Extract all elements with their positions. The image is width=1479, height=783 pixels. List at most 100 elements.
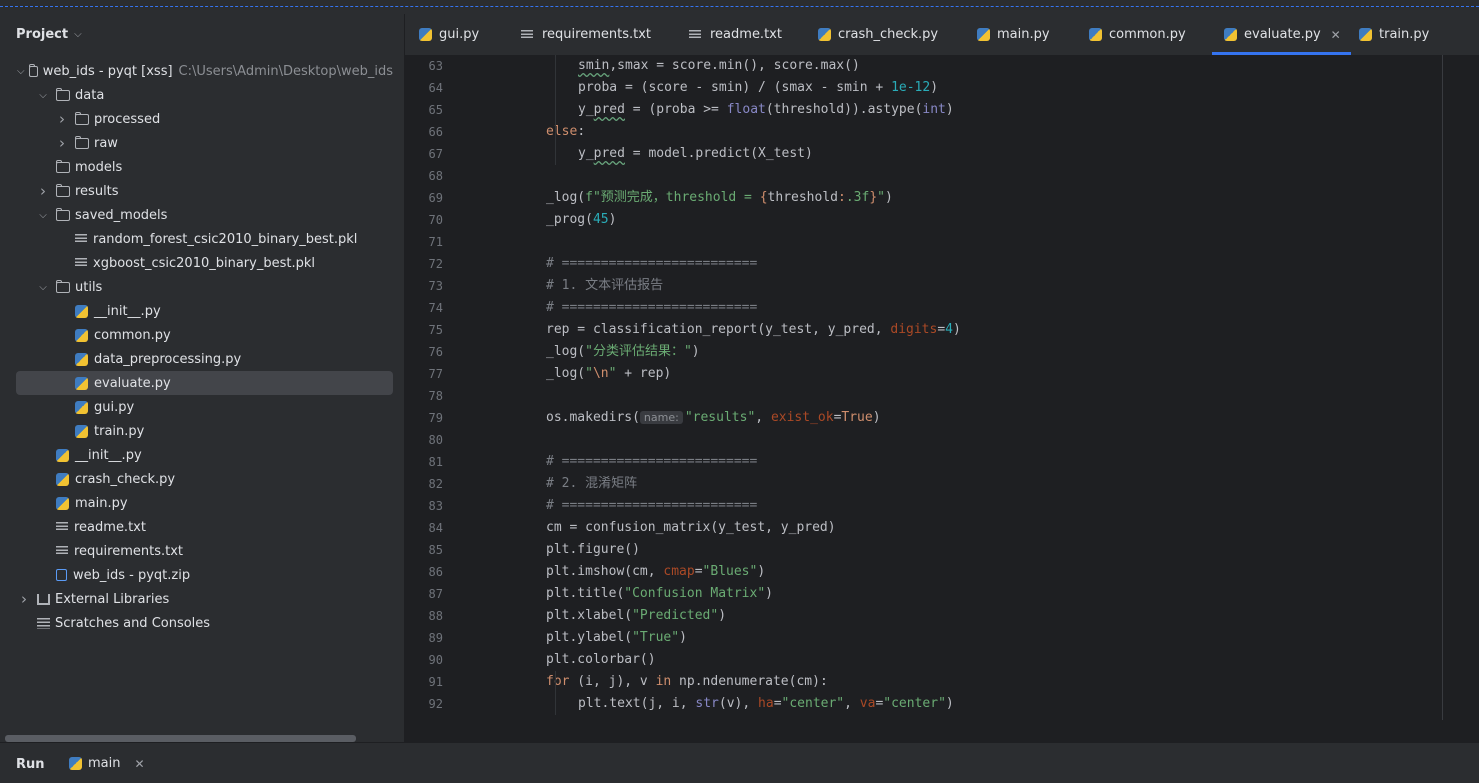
line-number: 63 [428, 59, 443, 73]
top-strip [0, 0, 1479, 14]
line-number: 76 [428, 345, 443, 359]
library-icon [37, 593, 50, 605]
tree-item[interactable]: ⌵ saved_models [16, 203, 393, 227]
tab-requirements-txt[interactable]: requirements.txt [521, 14, 651, 55]
code-token: in [655, 674, 672, 689]
tab-crash-check-py[interactable]: crash_check.py [818, 14, 938, 55]
tree-item[interactable]: ⌵ web_ids - pyqt [xss] C:\Users\Admin\Desk… [16, 59, 393, 83]
code-token: ) [691, 344, 700, 359]
line-number: 71 [428, 235, 443, 249]
tab-common-py[interactable]: common.py [1089, 14, 1186, 55]
chevron-down-icon[interactable]: ⌵ [74, 29, 82, 40]
tree-item[interactable]: › results [16, 179, 393, 203]
python-file-icon [69, 757, 82, 770]
editor-tabs: gui.py requirements.txt readme.txt crash_ch… [405, 14, 1479, 56]
python-file-icon [419, 28, 432, 41]
tree-item[interactable]: › External Libraries [16, 587, 393, 611]
tree-item[interactable]: ⌵ data [16, 83, 393, 107]
code-token: _log( [546, 344, 586, 359]
code-token: plt.title( [546, 586, 625, 601]
code-line: # ========================= [546, 451, 757, 473]
code-line: # 1. 文本评估报告 [546, 275, 663, 297]
tree-item-label: readme.txt [74, 519, 146, 535]
tab-readme-txt[interactable]: readme.txt [689, 14, 782, 55]
editor-horizontal-scrollbar[interactable] [405, 720, 1479, 742]
code-area[interactable]: smin,smax = score.min(), score.max() prob… [480, 55, 1443, 720]
run-tab-main[interactable]: main ✕ [69, 756, 145, 771]
tree-item[interactable]: xgboost_csic2010_binary_best.pkl [16, 251, 393, 275]
tree-item[interactable]: gui.py [16, 395, 393, 419]
code-token: "center" [883, 696, 946, 711]
tree-item[interactable]: main.py [16, 491, 393, 515]
line-number: 66 [428, 125, 443, 139]
code-token: ) [872, 410, 881, 425]
code-token: smax = score.min(), score.max() [617, 58, 860, 73]
code-token: proba = (score - smin) / (smax - smin + [578, 80, 892, 95]
close-icon[interactable]: ✕ [134, 757, 144, 771]
tree-item[interactable]: crash_check.py [16, 467, 393, 491]
python-file-icon [1224, 28, 1237, 41]
folder-icon [56, 183, 70, 197]
code-token: plt.xlabel( [546, 608, 633, 623]
tree-item[interactable]: web_ids - pyqt.zip [16, 563, 393, 587]
chevron-right-icon[interactable]: › [55, 110, 69, 128]
tree-item[interactable]: evaluate.py [16, 371, 393, 395]
tree-item-label: data [75, 87, 105, 103]
code-line: plt.ylabel("True") [546, 627, 687, 649]
tab-label: evaluate.py [1244, 27, 1321, 42]
tree-item[interactable]: readme.txt [16, 515, 393, 539]
tree-item[interactable]: › raw [16, 131, 393, 155]
tree-item-label: main.py [75, 495, 128, 511]
code-line: plt.imshow(cm, cmap="Blues") [546, 561, 765, 583]
tree-item[interactable]: requirements.txt [16, 539, 393, 563]
tab-label: readme.txt [710, 27, 782, 42]
tab-main-py[interactable]: main.py [977, 14, 1050, 55]
chevron-right-icon[interactable]: › [55, 134, 69, 152]
tree-item[interactable]: › processed [16, 107, 393, 131]
line-number: 92 [428, 697, 443, 711]
tree-item[interactable]: Scratches and Consoles [16, 611, 393, 635]
tree-item[interactable]: data_preprocessing.py [16, 347, 393, 371]
code-line: _log("分类评估结果：") [546, 341, 700, 363]
tree-item[interactable]: __init__.py [16, 299, 393, 323]
code-token: ) [679, 630, 687, 645]
code-editor[interactable]: 63 64 65 66 67 68 69 70 71 72 73 74 75 76 77 78 79 80 81 82… [405, 55, 1479, 742]
chevron-down-icon[interactable]: ⌵ [36, 282, 50, 293]
run-tool-window-bar: Run main ✕ [0, 742, 1479, 783]
line-number: 84 [428, 521, 443, 535]
chevron-down-icon[interactable]: ⌵ [17, 66, 25, 77]
chevron-down-icon[interactable]: ⌵ [36, 90, 50, 101]
tab-evaluate-py[interactable]: evaluate.py ✕ [1212, 14, 1351, 55]
tree-item[interactable]: random_forest_csic2010_binary_best.pkl [16, 227, 393, 251]
tab-train-py[interactable]: train.py [1359, 14, 1429, 55]
code-line: _log(f"预测完成，threshold = {threshold:.3f}"… [546, 187, 893, 209]
python-file-icon [818, 28, 831, 41]
line-number: 82 [428, 477, 443, 491]
tab-gui-py[interactable]: gui.py [419, 14, 479, 55]
code-line: plt.text(j, i, str(v), ha="center", va="… [578, 693, 954, 715]
tree-item[interactable]: common.py [16, 323, 393, 347]
tree-item[interactable]: ⌵ utils [16, 275, 393, 299]
line-number: 69 [428, 191, 443, 205]
tree-item-label: evaluate.py [94, 375, 171, 391]
code-token: cm = confusion_matrix(y_test, y_pred) [546, 520, 836, 535]
project-horizontal-scrollbar[interactable] [5, 735, 356, 742]
code-token: plt.colorbar() [546, 652, 656, 667]
code-line: # ========================= [546, 495, 757, 517]
tree-item[interactable]: __init__.py [16, 443, 393, 467]
chevron-right-icon[interactable]: › [17, 590, 31, 608]
code-token: "Confusion Matrix" [624, 586, 766, 601]
code-line: _log("\n" + rep) [546, 363, 671, 385]
code-token: ) [930, 80, 939, 95]
project-header[interactable]: Project ⌵ [16, 26, 82, 42]
code-token: ) [945, 102, 954, 117]
folder-icon [56, 87, 70, 101]
close-icon[interactable]: ✕ [1331, 28, 1341, 42]
tree-item[interactable]: train.py [16, 419, 393, 443]
code-line: # ========================= [546, 253, 757, 275]
chevron-down-icon[interactable]: ⌵ [36, 210, 50, 221]
code-line: y_pred = (proba >= float(threshold)).ast… [578, 99, 954, 121]
tree-item-label: models [75, 159, 123, 175]
chevron-right-icon[interactable]: › [36, 182, 50, 200]
tree-item[interactable]: models [16, 155, 393, 179]
